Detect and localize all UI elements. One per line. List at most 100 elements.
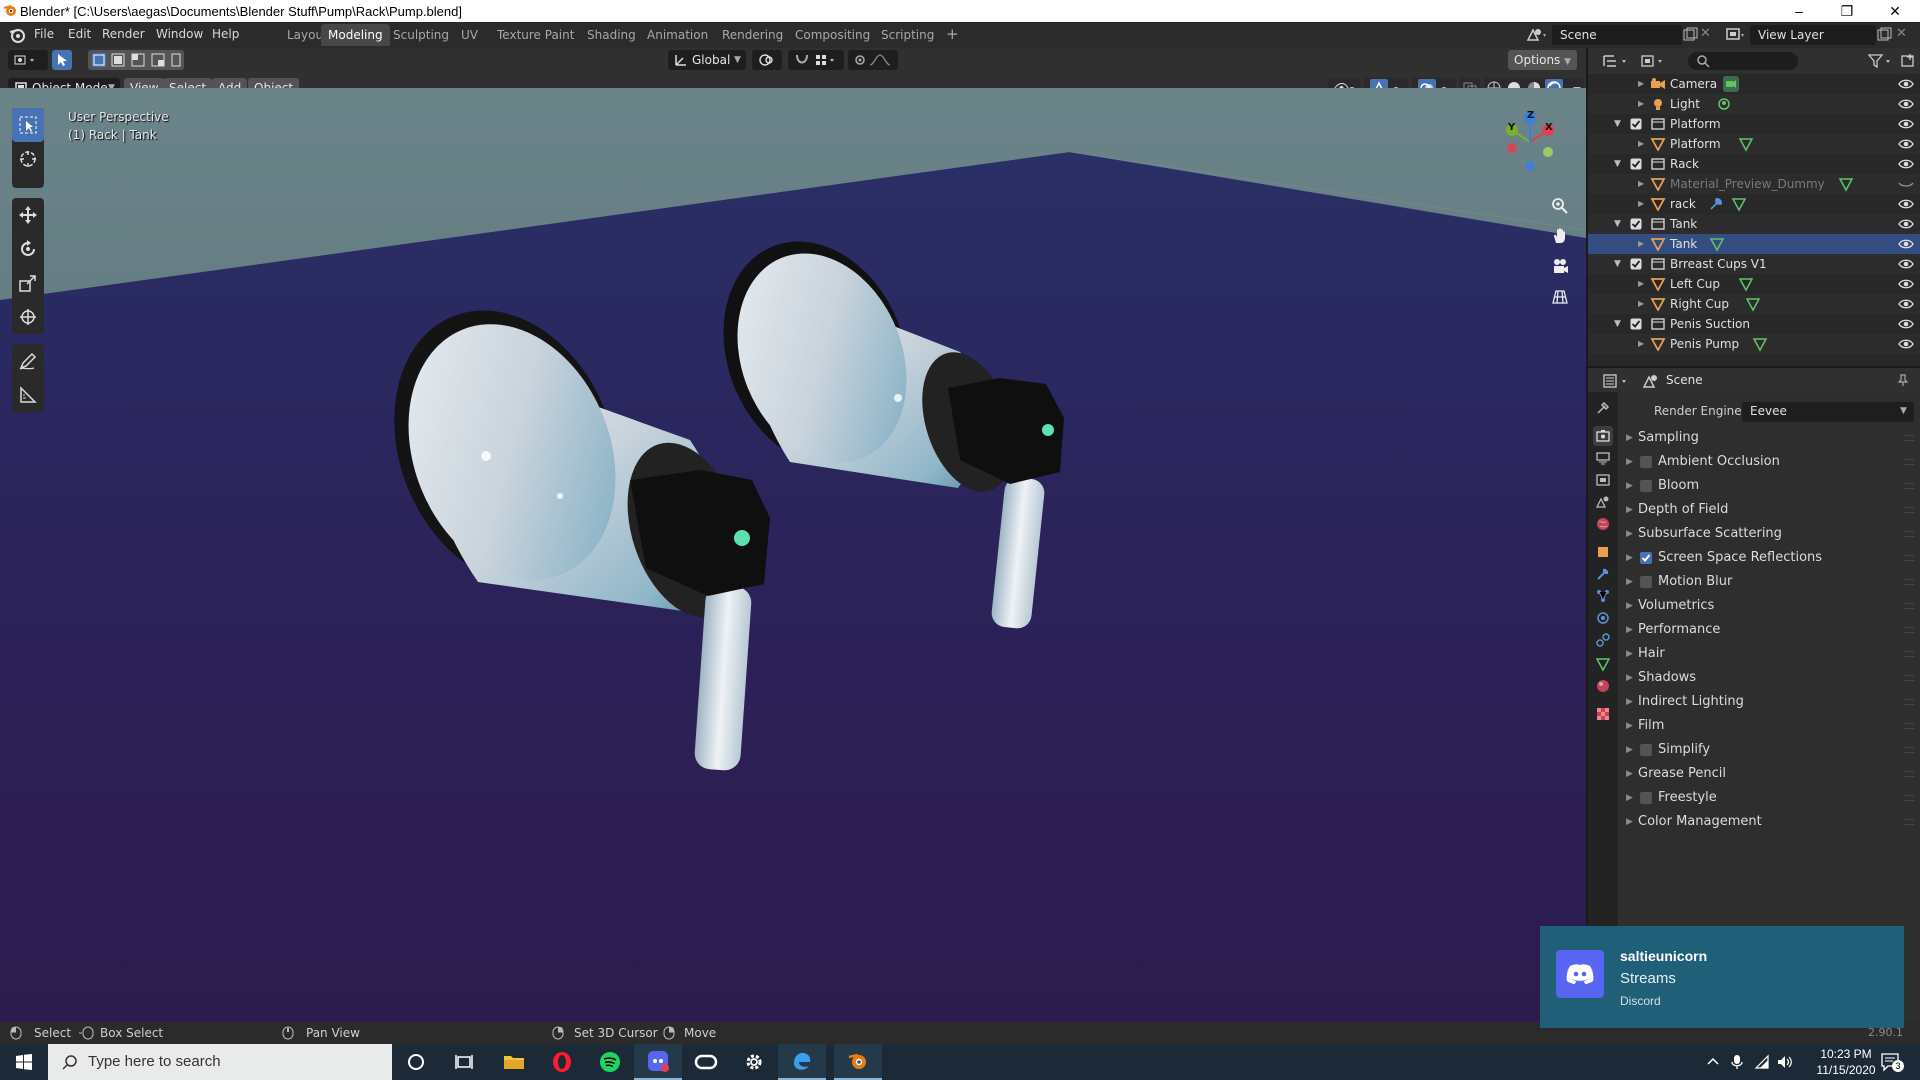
panel-drag-grip-icon[interactable] (1904, 603, 1914, 609)
options-dropdown[interactable]: Options ▼ (1508, 50, 1578, 70)
filter-icon[interactable] (1868, 53, 1896, 69)
render-panel-color-management[interactable]: ▶ Color Management (1626, 810, 1920, 834)
mesh-data-icon[interactable] (1838, 176, 1854, 192)
rotate-tool[interactable] (12, 232, 44, 266)
panel-drag-grip-icon[interactable] (1904, 723, 1914, 729)
scene-tab-icon[interactable] (1593, 492, 1613, 512)
tab-compositing[interactable]: Compositing (788, 24, 877, 46)
visibility-eye-icon[interactable] (1898, 158, 1914, 170)
panel-expand-arrow-icon[interactable]: ▶ (1626, 570, 1633, 594)
outliner-editor-type-icon[interactable] (1602, 53, 1632, 69)
expand-arrow-icon[interactable]: ▶ (1638, 334, 1644, 354)
outliner-row-mesh[interactable]: ▶ Penis Pump (1588, 334, 1920, 354)
scene-render[interactable] (0, 88, 1586, 1022)
panel-drag-grip-icon[interactable] (1904, 531, 1914, 537)
view-layer-tab-icon[interactable] (1593, 470, 1613, 490)
mesh-data-icon[interactable] (1738, 276, 1754, 292)
scene-selector[interactable]: Scene (1552, 25, 1682, 45)
modifiers-tab-icon[interactable] (1593, 564, 1613, 584)
render-panel-volumetrics[interactable]: ▶ Volumetrics (1626, 594, 1920, 618)
microphone-icon[interactable] (1730, 1054, 1744, 1070)
volume-icon[interactable] (1776, 1054, 1794, 1070)
panel-expand-arrow-icon[interactable]: ▶ (1626, 618, 1633, 642)
menu-edit[interactable]: Edit (68, 27, 91, 41)
texture-tab-icon[interactable] (1593, 704, 1613, 724)
tab-scripting[interactable]: Scripting (874, 24, 941, 46)
collection-checkbox[interactable] (1630, 218, 1642, 230)
panel-expand-arrow-icon[interactable]: ▶ (1626, 450, 1633, 474)
render-panel-simplify[interactable]: ▶ Simplify (1626, 738, 1920, 762)
visibility-eye-icon[interactable] (1898, 258, 1914, 270)
editor-type-button[interactable] (8, 50, 48, 70)
expand-arrow-icon[interactable]: ▼ (1614, 154, 1621, 174)
zoom-icon[interactable] (1546, 192, 1574, 220)
visibility-eye-icon[interactable] (1898, 178, 1914, 190)
view-layer-selector[interactable]: View Layer (1750, 25, 1876, 45)
tab-uv[interactable]: UV (454, 24, 485, 46)
constraints-tab-icon[interactable] (1593, 630, 1613, 650)
panel-drag-grip-icon[interactable] (1904, 699, 1914, 705)
render-engine-dropdown[interactable]: Eevee ▼ (1742, 402, 1914, 422)
outliner-row-collection[interactable]: ▼ Brreast Cups V1 (1588, 254, 1920, 274)
render-panel-sampling[interactable]: ▶ Sampling (1626, 426, 1920, 450)
panel-drag-grip-icon[interactable] (1904, 555, 1914, 561)
menu-render[interactable]: Render (102, 27, 145, 41)
panel-expand-arrow-icon[interactable]: ▶ (1626, 546, 1633, 570)
snapping-group[interactable] (788, 50, 844, 70)
panel-drag-grip-icon[interactable] (1904, 507, 1914, 513)
render-tab-icon[interactable] (1593, 426, 1613, 446)
edge-dev-icon[interactable] (778, 1044, 826, 1080)
expand-arrow-icon[interactable]: ▶ (1638, 194, 1644, 214)
outliner-row-mesh[interactable]: ▶ Tank (1588, 234, 1920, 254)
visibility-eye-icon[interactable] (1898, 138, 1914, 150)
mesh-data-icon[interactable] (1752, 336, 1768, 352)
render-panel-grease-pencil[interactable]: ▶ Grease Pencil (1626, 762, 1920, 786)
oculus-icon[interactable] (682, 1044, 730, 1080)
windows-start-icon[interactable] (0, 1044, 48, 1080)
material-tab-icon[interactable] (1593, 676, 1613, 696)
panel-drag-grip-icon[interactable] (1904, 795, 1914, 801)
transform-tool[interactable] (12, 300, 44, 334)
proportional-editing-group[interactable] (848, 50, 898, 70)
visibility-eye-icon[interactable] (1898, 78, 1914, 90)
outliner-row-mesh[interactable]: ▶ Right Cup (1588, 294, 1920, 314)
outliner-row-mesh[interactable]: ▶ Platform (1588, 134, 1920, 154)
discord-notification[interactable]: saltieunicorn Streams Discord (1540, 926, 1904, 1028)
measure-tool[interactable] (12, 378, 44, 412)
taskbar-search-box[interactable]: Type here to search (48, 1044, 392, 1080)
display-mode-icon[interactable] (1640, 53, 1670, 69)
cortana-icon[interactable] (392, 1044, 440, 1080)
outliner-row-mesh[interactable]: ▶ rack (1588, 194, 1920, 214)
tab-rendering[interactable]: Rendering (715, 24, 790, 46)
panel-drag-grip-icon[interactable] (1904, 651, 1914, 657)
expand-arrow-icon[interactable]: ▶ (1638, 294, 1644, 314)
panel-enable-checkbox[interactable] (1640, 456, 1652, 468)
mesh-data-icon[interactable] (1738, 136, 1754, 152)
render-panel-screen-space-reflections[interactable]: ▶ Screen Space Reflections (1626, 546, 1920, 570)
pivot-point-dropdown[interactable] (752, 50, 782, 70)
outliner-row-collection[interactable]: ▼ Rack (1588, 154, 1920, 174)
panel-expand-arrow-icon[interactable]: ▶ (1626, 594, 1633, 618)
file-explorer-icon[interactable] (490, 1044, 538, 1080)
render-panel-film[interactable]: ▶ Film (1626, 714, 1920, 738)
expand-arrow-icon[interactable]: ▶ (1638, 74, 1644, 94)
panel-drag-grip-icon[interactable] (1904, 747, 1914, 753)
visibility-eye-icon[interactable] (1898, 238, 1914, 250)
expand-arrow-icon[interactable]: ▶ (1638, 274, 1644, 294)
mesh-data-icon[interactable] (1731, 196, 1747, 212)
render-panel-shadows[interactable]: ▶ Shadows (1626, 666, 1920, 690)
panel-drag-grip-icon[interactable] (1904, 819, 1914, 825)
selection-mode-group[interactable] (88, 50, 184, 70)
move-tool[interactable] (12, 198, 44, 232)
render-panel-freestyle[interactable]: ▶ Freestyle (1626, 786, 1920, 810)
object-tab-icon[interactable] (1593, 542, 1613, 562)
collection-checkbox[interactable] (1630, 158, 1642, 170)
panel-drag-grip-icon[interactable] (1904, 627, 1914, 633)
expand-arrow-icon[interactable]: ▼ (1614, 254, 1621, 274)
new-view-layer-icon[interactable] (1876, 27, 1892, 43)
render-panel-ambient-occlusion[interactable]: ▶ Ambient Occlusion (1626, 450, 1920, 474)
render-panel-bloom[interactable]: ▶ Bloom (1626, 474, 1920, 498)
outliner-row-collection[interactable]: ▼ Platform (1588, 114, 1920, 134)
outliner-row-collection[interactable]: ▼ Tank (1588, 214, 1920, 234)
render-panel-hair[interactable]: ▶ Hair (1626, 642, 1920, 666)
